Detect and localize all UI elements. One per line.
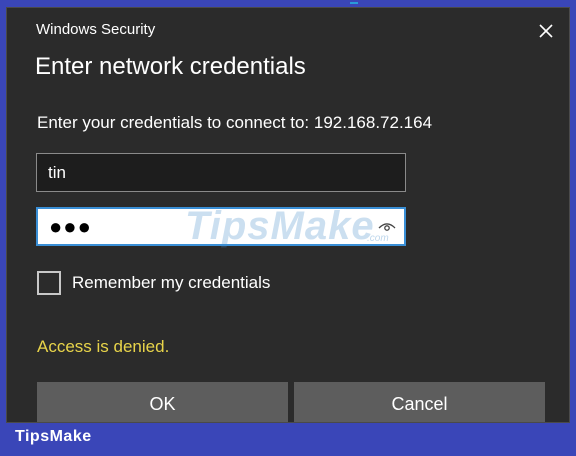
close-button[interactable] (533, 18, 559, 44)
decorative-line (350, 2, 358, 4)
window-title: Windows Security (36, 21, 156, 38)
dialog-heading: Enter network credentials (35, 53, 306, 80)
credentials-dialog: Windows Security Enter network credentia… (6, 7, 570, 423)
error-message: Access is denied. (37, 337, 170, 356)
connection-prompt: Enter your credentials to connect to: 19… (37, 113, 433, 132)
password-input[interactable] (36, 207, 406, 246)
username-input[interactable] (36, 153, 406, 192)
eye-icon (378, 223, 396, 231)
remember-label: Remember my credentials (72, 273, 271, 292)
close-icon (539, 24, 553, 38)
ok-button[interactable]: OK (37, 382, 288, 422)
cancel-button[interactable]: Cancel (294, 382, 545, 422)
remember-checkbox[interactable] (37, 271, 61, 295)
brand-logo: TipsMake (15, 428, 92, 445)
reveal-password-button[interactable] (377, 219, 397, 235)
